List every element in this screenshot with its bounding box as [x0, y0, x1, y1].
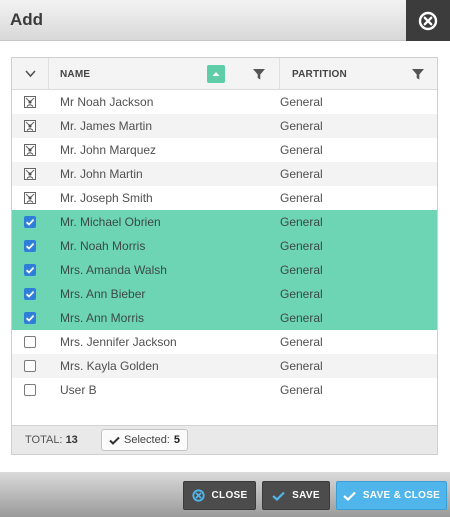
row-partition: General	[280, 263, 323, 277]
checkbox-icon[interactable]	[24, 384, 36, 396]
row-name: Mrs. Ann Morris	[60, 311, 145, 325]
row-partition: General	[280, 287, 323, 301]
table-row[interactable]: Mr. James Martin General	[12, 114, 437, 138]
row-name: Mr Noah Jackson	[60, 95, 154, 109]
grid-body: Mr Noah Jackson General Mr. James Martin Ge…	[12, 90, 437, 402]
row-name: Mr. Joseph Smith	[60, 191, 153, 205]
checkbox-checked-icon[interactable]	[24, 264, 36, 276]
dialog-header: Add	[0, 0, 450, 41]
user-badge-icon[interactable]	[24, 96, 36, 108]
row-name: Mr. John Marquez	[60, 143, 157, 157]
total-count: TOTAL: 13	[25, 434, 78, 446]
column-header-partition[interactable]: PARTITION	[280, 58, 437, 90]
row-name: User B	[60, 383, 97, 397]
table-row[interactable]: Mrs. Ann Morris General	[12, 306, 437, 330]
grid-footer: TOTAL: 13 Selected: 5	[12, 425, 437, 454]
close-circle-icon	[191, 489, 205, 502]
select-all-toggle[interactable]	[12, 58, 49, 90]
user-grid: NAME PARTITION Mr Noah Jackson General Mr.…	[11, 57, 438, 455]
selected-filter-button[interactable]: Selected: 5	[101, 429, 188, 451]
checkmark-icon	[109, 436, 120, 445]
close-button[interactable]: CLOSE	[183, 481, 256, 510]
row-name: Mr. John Martin	[60, 167, 143, 181]
checkbox-checked-icon[interactable]	[24, 240, 36, 252]
row-partition: General	[280, 95, 323, 109]
checkmark-icon	[343, 491, 356, 501]
row-partition: General	[280, 191, 323, 205]
row-name: Mrs. Ann Bieber	[60, 287, 146, 301]
table-row[interactable]: Mr. Joseph Smith General	[12, 186, 437, 210]
dialog-footer: CLOSE SAVE SAVE & CLOSE	[0, 472, 450, 517]
checkbox-icon[interactable]	[24, 360, 36, 372]
selected-count: 5	[173, 434, 180, 446]
row-partition: General	[280, 143, 323, 157]
table-row[interactable]: Mrs. Kayla Golden General	[12, 354, 437, 378]
filter-icon[interactable]	[411, 67, 425, 81]
row-partition: General	[280, 311, 323, 325]
checkbox-checked-icon[interactable]	[24, 288, 36, 300]
row-partition: General	[280, 383, 323, 397]
close-button-label: CLOSE	[211, 490, 248, 501]
row-name: Mr. Michael Obrien	[60, 215, 161, 229]
table-row[interactable]: Mrs. Ann Bieber General	[12, 282, 437, 306]
row-partition: General	[280, 167, 323, 181]
sort-ascending-icon	[212, 72, 220, 76]
save-button-label: SAVE	[292, 490, 320, 501]
checkbox-icon[interactable]	[24, 336, 36, 348]
user-badge-icon[interactable]	[24, 168, 36, 180]
save-and-close-button-label: SAVE & CLOSE	[362, 490, 441, 501]
selected-label: Selected:	[124, 434, 170, 446]
dialog-close-button[interactable]	[406, 0, 450, 41]
row-partition: General	[280, 119, 323, 133]
chevron-down-icon	[25, 70, 36, 78]
row-partition: General	[280, 359, 323, 373]
close-circle-icon	[418, 11, 438, 30]
save-button[interactable]: SAVE	[262, 481, 330, 510]
table-row[interactable]: User B General	[12, 378, 437, 402]
checkmark-icon	[272, 491, 285, 501]
row-partition: General	[280, 239, 323, 253]
column-header-name[interactable]: NAME	[49, 58, 280, 90]
table-row[interactable]: Mr. John Martin General	[12, 162, 437, 186]
table-row[interactable]: Mr. John Marquez General	[12, 138, 437, 162]
user-badge-icon[interactable]	[24, 120, 36, 132]
column-label-partition: PARTITION	[292, 69, 347, 80]
row-name: Mr. Noah Morris	[60, 239, 146, 253]
table-row[interactable]: Mr. Michael Obrien General	[12, 210, 437, 234]
dialog-title: Add	[10, 10, 44, 29]
table-row[interactable]: Mr. Noah Morris General	[12, 234, 437, 258]
checkbox-checked-icon[interactable]	[24, 312, 36, 324]
sort-button[interactable]	[207, 65, 225, 83]
table-row[interactable]: Mr Noah Jackson General	[12, 90, 437, 114]
user-badge-icon[interactable]	[24, 192, 36, 204]
row-name: Mrs. Jennifer Jackson	[60, 335, 177, 349]
column-label-name: NAME	[60, 69, 91, 80]
table-row[interactable]: Mrs. Amanda Walsh General	[12, 258, 437, 282]
row-name: Mr. James Martin	[60, 119, 153, 133]
row-partition: General	[280, 215, 323, 229]
row-partition: General	[280, 335, 323, 349]
table-row[interactable]: Mrs. Jennifer Jackson General	[12, 330, 437, 354]
grid-header: NAME PARTITION	[12, 58, 437, 90]
row-name: Mrs. Kayla Golden	[60, 359, 159, 373]
checkbox-checked-icon[interactable]	[24, 216, 36, 228]
user-badge-icon[interactable]	[24, 144, 36, 156]
save-and-close-button[interactable]: SAVE & CLOSE	[336, 481, 447, 510]
row-name: Mrs. Amanda Walsh	[60, 263, 167, 277]
filter-icon[interactable]	[252, 67, 266, 81]
